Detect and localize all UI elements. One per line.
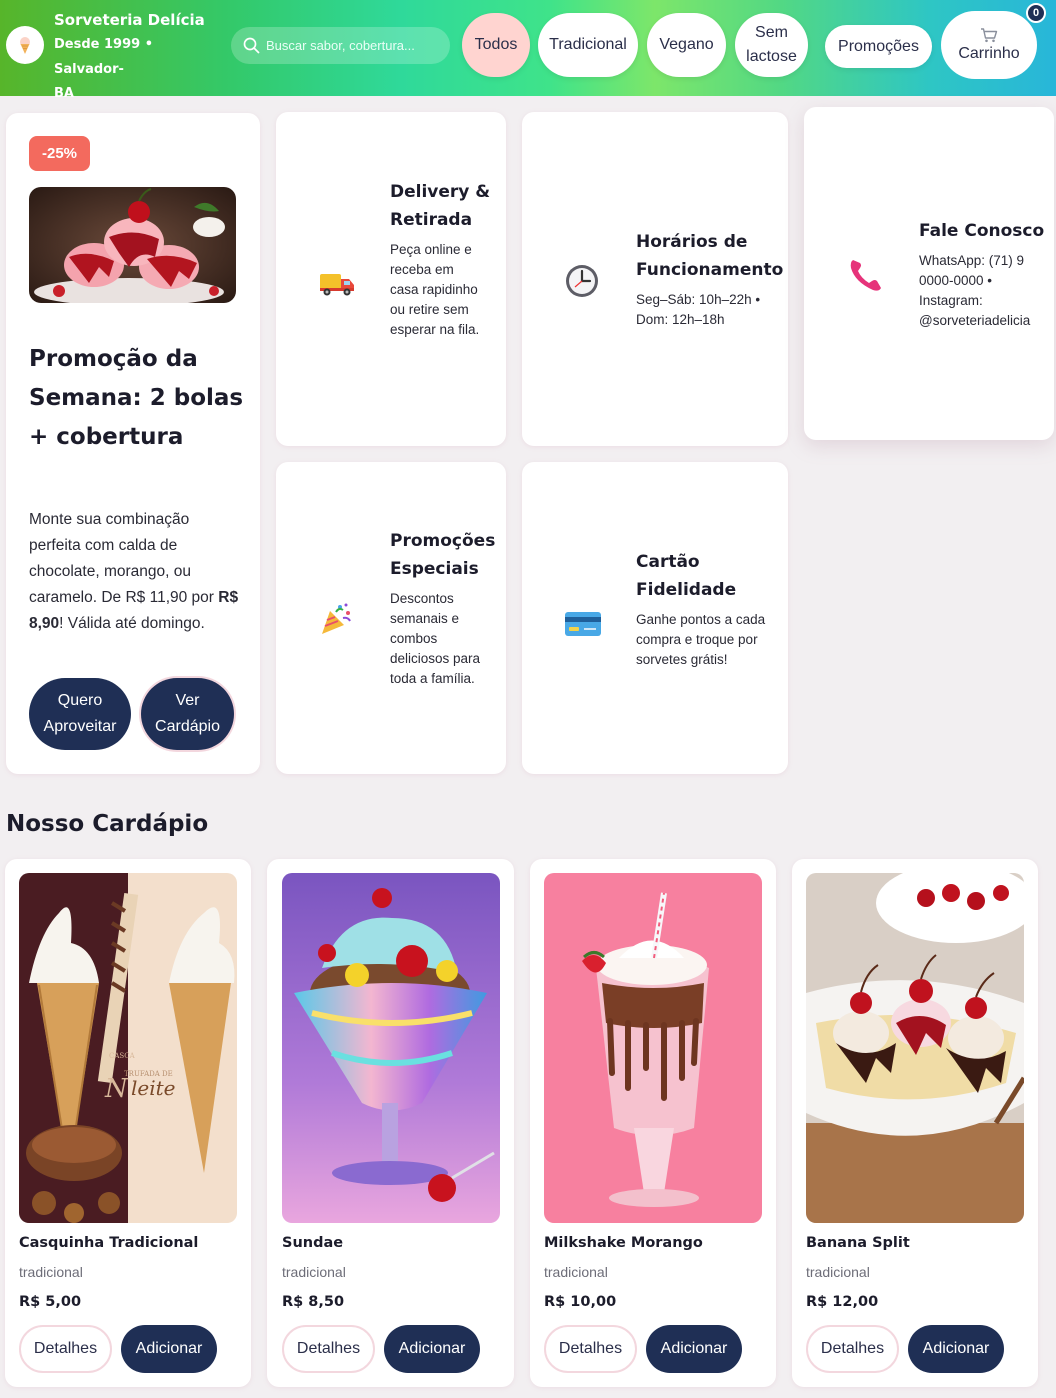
image-label-casca: CASCA	[109, 1052, 136, 1060]
add-to-cart-button[interactable]: Adicionar	[646, 1325, 742, 1373]
details-button[interactable]: Detalhes	[806, 1325, 899, 1373]
info-card-title: Horários de Funcionamento	[636, 232, 784, 280]
details-button[interactable]: Detalhes	[19, 1325, 112, 1373]
add-button-label: Adicionar	[922, 1340, 990, 1357]
product-price: R$ 8,50	[282, 1294, 345, 1310]
product-name: Milkshake Morango	[544, 1235, 703, 1251]
add-to-cart-button[interactable]: Adicionar	[908, 1325, 1004, 1373]
product-price: R$ 5,00	[19, 1294, 82, 1310]
quero-aproveitar-button[interactable]: Quero Aproveitar	[29, 678, 131, 750]
promo-description-end: ! Válida até domingo.	[59, 615, 205, 632]
filter-chip-sem-lactose[interactable]: Sem lactose	[735, 13, 808, 77]
add-button-label: Adicionar	[135, 1340, 203, 1357]
product-name: Banana Split	[806, 1235, 910, 1251]
add-to-cart-button[interactable]: Adicionar	[384, 1325, 480, 1373]
product-name: Casquinha Tradicional	[19, 1235, 199, 1251]
cart-button[interactable]: Carrinho	[941, 11, 1037, 79]
details-button[interactable]: Detalhes	[282, 1325, 375, 1373]
cart-count-badge: 0	[1026, 3, 1046, 23]
details-button[interactable]: Detalhes	[544, 1325, 637, 1373]
info-card-title: Fale Conosco	[919, 221, 1045, 241]
filter-chip-label: Promoções	[838, 37, 919, 55]
filter-chip-label: Vegano	[659, 36, 714, 53]
casquinha-image: CASCA TRUFADA DE N leite	[19, 873, 237, 1223]
filter-chip-tradicional[interactable]: Tradicional	[538, 13, 638, 77]
credit-card-icon	[563, 608, 603, 640]
image-label-leite: leite	[131, 1076, 176, 1100]
info-card-text: Descontos semanais e combos deliciosos p…	[390, 591, 481, 686]
delivery-truck-icon	[317, 265, 357, 301]
button-label-line2: Aproveitar	[43, 718, 117, 735]
info-card-text: Ganhe pontos a cada compra e troque por …	[636, 612, 766, 667]
top-header: Sorveteria Delícia Desde 1999 • Salvador…	[0, 0, 1056, 101]
filter-chip-todos[interactable]: Todos	[462, 13, 530, 77]
cart-label: Carrinho	[958, 45, 1020, 62]
milkshake-image	[544, 873, 762, 1223]
search-input[interactable]	[266, 38, 446, 53]
clock-icon	[563, 262, 601, 300]
menu-section-title: Nosso Cardápio	[6, 811, 209, 837]
brand-block: Sorveteria Delícia Desde 1999 • Salvador…	[54, 8, 224, 106]
banana-split-image	[806, 873, 1024, 1223]
details-button-label: Detalhes	[820, 1340, 885, 1357]
product-category: tradicional	[19, 1264, 83, 1280]
product-category: tradicional	[544, 1264, 608, 1280]
promo-description: Monte sua combinação perfeita com calda …	[29, 507, 244, 637]
details-button-label: Detalhes	[33, 1340, 98, 1357]
search-icon	[243, 37, 260, 54]
info-card-text: Seg–Sáb: 10h–22h • Dom: 12h–18h	[636, 292, 761, 327]
details-button-label: Detalhes	[558, 1340, 623, 1357]
sundae-image	[282, 873, 500, 1223]
discount-badge: -25%	[29, 136, 90, 171]
product-category: tradicional	[806, 1264, 870, 1280]
info-card-title: Cartão Fidelidade	[636, 552, 737, 600]
brand-name: Sorveteria Delícia	[54, 11, 205, 29]
details-button-label: Detalhes	[296, 1340, 361, 1357]
filter-chip-vegano[interactable]: Vegano	[647, 13, 726, 77]
info-card-text: Peça online e receba em casa rapidinho o…	[390, 242, 480, 337]
product-price: R$ 12,00	[806, 1294, 879, 1310]
shopping-cart-icon	[981, 28, 998, 43]
filter-chip-label-line2: lactose	[746, 48, 797, 65]
filter-chip-label-line1: Sem	[755, 24, 788, 41]
add-button-label: Adicionar	[398, 1340, 466, 1357]
add-to-cart-button[interactable]: Adicionar	[121, 1325, 217, 1373]
party-popper-icon	[317, 600, 355, 638]
promo-title: Promoção da Semana: 2 bolas + cobertura	[29, 346, 244, 450]
ver-cardapio-button[interactable]: Ver Cardápio	[141, 678, 234, 750]
filter-chip-promocoes[interactable]: Promoções	[825, 25, 932, 68]
filter-chip-label: Todos	[474, 36, 518, 53]
filter-chip-label: Tradicional	[549, 36, 627, 53]
search-box[interactable]	[231, 27, 450, 64]
button-label-line1: Ver	[175, 692, 200, 709]
brand-tagline-line2: BA	[54, 86, 74, 101]
info-card-title: Delivery & Retirada	[390, 182, 491, 230]
product-price: R$ 10,00	[544, 1294, 617, 1310]
promo-description-text: Monte sua combinação perfeita com calda …	[29, 511, 219, 606]
button-label-line2: Cardápio	[155, 718, 220, 735]
promo-sundae-image	[29, 187, 236, 303]
product-name: Sundae	[282, 1235, 344, 1251]
info-card-text: WhatsApp: (71) 9 0000-0000 • Instagram: …	[919, 253, 1031, 328]
ice-cream-logo-icon[interactable]	[6, 26, 44, 64]
product-category: tradicional	[282, 1264, 346, 1280]
phone-icon	[846, 255, 886, 295]
brand-tagline-line1: Desde 1999 • Salvador-	[54, 37, 154, 77]
add-button-label: Adicionar	[660, 1340, 728, 1357]
image-label-initial: N	[104, 1074, 129, 1104]
button-label-line1: Quero	[57, 692, 103, 709]
info-card-title: Promoções Especiais	[390, 531, 496, 579]
